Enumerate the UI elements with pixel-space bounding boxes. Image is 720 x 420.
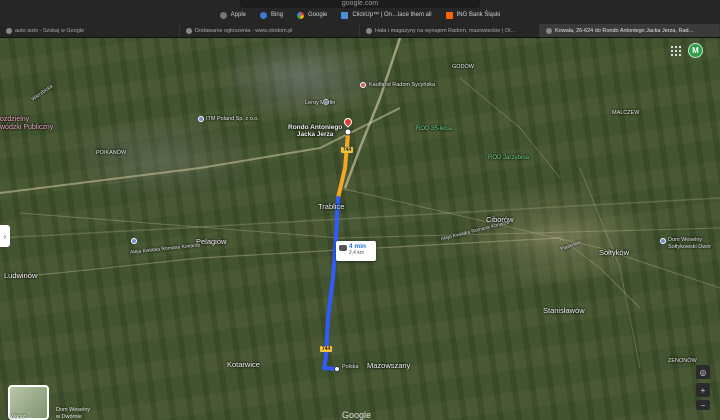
route-segment-blue [322,196,340,371]
route-origin-dot [334,366,340,372]
maps-icon [546,27,552,34]
otodom-icon [186,27,192,34]
label-polska[interactable]: Polska [342,364,359,370]
label-rod-jarzebina[interactable]: ROD Jarzębina [488,155,529,161]
ing-icon [445,11,453,19]
my-location-icon[interactable]: ◎ [696,365,710,379]
label-zenonow: ZENONÓW [668,358,697,364]
bookmarks-bar: Apple Bing Google ClickUp™ | On…lace the… [0,9,720,21]
label-malczew: MALCZEW [612,110,640,116]
label-leroy[interactable]: Leroy Merlin [305,100,335,106]
label-kaufland[interactable]: Kaufland Radom Sycyńska [369,82,435,88]
map-roads [0,38,720,372]
label-kotarwice[interactable]: Kotarwice [227,360,260,369]
bookmark-ing[interactable]: ING Bank Śląski [445,11,500,19]
itm-poi-icon[interactable] [198,116,204,122]
label-bottom-dom: Dom Weselny [56,407,91,413]
label-poikanow: POIKANÓW [96,150,127,156]
label-pelagiow[interactable]: Pelagiów [196,237,226,246]
google-logo: Google [342,410,372,420]
account-avatar[interactable]: M [688,43,703,58]
dom-weselny-poi-icon[interactable] [660,238,666,244]
kaufland-poi-icon[interactable] [360,82,366,88]
label-mazowszany[interactable]: Mazowszany [367,361,410,370]
google-icon [6,27,12,34]
label-szpital[interactable]: ozdzielny wódzki Publiczny [0,116,53,132]
map-canvas[interactable]: Kaufland Radom Sycyńska Leroy Merlin ITM… [0,38,720,420]
bookmark-apple[interactable]: Apple [219,11,246,19]
google-icon [297,11,305,19]
label-itm[interactable]: ITM Poland Sp. z o.o. [206,116,259,122]
label-dom-weselny[interactable]: Dom Weselny Sołtykowski Dwór [668,237,711,251]
label-rod-35[interactable]: ROD 35-lecia [416,126,452,132]
zoom-in-icon[interactable]: + [696,383,710,397]
otodom-icon [366,27,372,34]
clickup-icon [341,11,349,19]
road-744-badge: 744 [341,147,354,153]
tab-otodom[interactable]: Dodawanie ogłoszenia - www.otodom.pl [180,24,360,37]
label-trablice[interactable]: Trablice [318,202,344,211]
side-panel-toggle-icon[interactable]: › [0,225,10,247]
apple-icon [219,11,227,19]
browser-chrome: google.com Apple Bing Google ClickUp™ | … [0,0,720,38]
bookmark-clickup[interactable]: ClickUp™ | On…lace them all [341,11,432,19]
label-rondo[interactable]: Rondo Antoniego Jacka Jerza [288,124,342,138]
route-destination-dot [344,128,352,136]
car-icon [339,245,347,251]
apps-grid-icon[interactable] [671,46,681,56]
tab-otodom-hale[interactable]: Hala i magazyny na wynajem Radom, mazowi… [360,24,540,37]
road-744-badge-south: 744 [320,346,333,352]
bing-icon [260,11,268,19]
label-bottom-dw: w Dwórnie [56,414,82,420]
bookmark-bing[interactable]: Bing [260,11,283,19]
tab-google-maps[interactable]: Kowala, 26-624 do Rondo Antoniego Jacka … [540,24,720,37]
tab-google-search[interactable]: auto auto - Szukaj w Google [0,24,180,37]
pelagiow-poi-icon[interactable] [131,238,137,244]
bookmark-google[interactable]: Google [297,11,327,19]
tab-strip: auto auto - Szukaj w Google Dodawanie og… [0,24,720,37]
label-soltykow[interactable]: Sołtyków [599,248,629,257]
label-ludwinow[interactable]: Ludwinów [4,271,37,280]
zoom-out-icon[interactable]: − [696,400,710,410]
label-stanislawow[interactable]: Stanisławów [543,306,585,315]
label-warsaw: Warsz [10,414,26,420]
address-bar[interactable]: google.com [240,0,480,8]
label-godow: GODÓW [452,64,474,70]
route-info-box[interactable]: 4 min 2,4 km [336,241,376,261]
url-text: google.com [341,0,379,7]
